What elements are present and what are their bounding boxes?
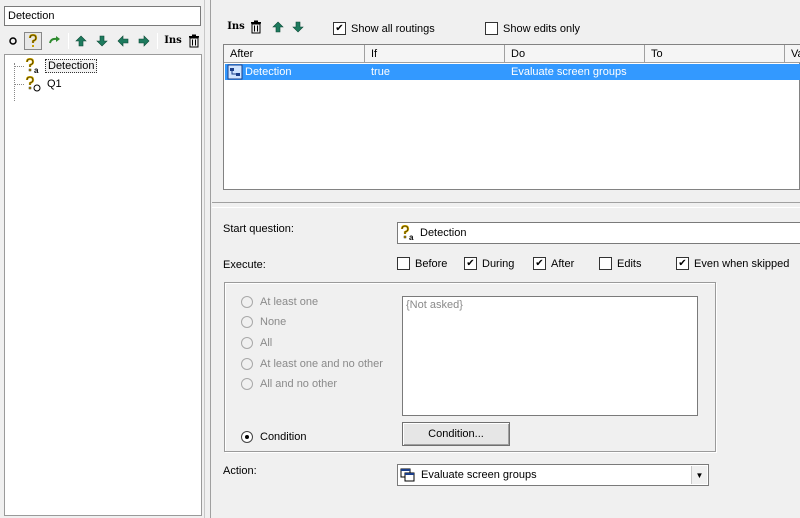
- checkbox-box[interactable]: [485, 22, 498, 35]
- svg-text:a: a: [34, 66, 39, 74]
- radio-label: All and no other: [260, 378, 338, 390]
- execute-after-checkbox[interactable]: ✔ After: [533, 257, 574, 270]
- question-text-icon: a: [400, 225, 414, 241]
- checkbox-label: Show all routings: [351, 22, 435, 35]
- node-name-input[interactable]: Detection: [4, 6, 201, 26]
- chevron-down-icon[interactable]: ▼: [691, 466, 707, 484]
- question-text-icon: a: [25, 58, 39, 74]
- action-label: Action:: [223, 465, 257, 477]
- execute-before-checkbox[interactable]: Before: [397, 257, 447, 270]
- radio-at-least-one[interactable]: At least one: [241, 296, 318, 308]
- routing-toolbar: Ins: [226, 18, 312, 38]
- routing-table[interactable]: After If Do To Va Detection true Evaluat…: [223, 44, 800, 190]
- tree-node[interactable]: a Detection: [5, 58, 201, 74]
- radio-circle[interactable]: [241, 378, 253, 390]
- radio-circle[interactable]: [241, 296, 253, 308]
- question-radio-icon: [25, 76, 41, 92]
- column-header-do[interactable]: Do: [505, 45, 645, 63]
- radio-circle[interactable]: [241, 316, 253, 328]
- execute-during-checkbox[interactable]: ✔ During: [464, 257, 514, 270]
- radio-label: None: [260, 316, 287, 328]
- checkbox-label: Edits: [617, 257, 642, 270]
- column-header-to[interactable]: To: [645, 45, 785, 63]
- radio-circle[interactable]: [241, 431, 253, 443]
- action-dropdown[interactable]: Evaluate screen groups ▼: [397, 464, 709, 486]
- insert-button[interactable]: Ins: [162, 32, 184, 50]
- tree-node-label: Q1: [47, 78, 62, 90]
- action-value: Evaluate screen groups: [421, 469, 537, 481]
- show-edits-only-checkbox[interactable]: Show edits only: [485, 22, 580, 35]
- execute-edits-checkbox[interactable]: Edits: [599, 257, 641, 270]
- svg-text:a: a: [409, 233, 414, 241]
- start-question-field[interactable]: a Detection: [397, 222, 800, 244]
- radio-label: At least one: [260, 296, 319, 308]
- radio-all-and-no-other[interactable]: All and no other: [241, 378, 337, 390]
- execute-even-when-skipped-checkbox[interactable]: ✔ Even when skipped: [676, 257, 789, 270]
- checkbox-label: Show edits only: [503, 22, 581, 35]
- start-question-value: Detection: [420, 227, 467, 239]
- question-icon[interactable]: [24, 32, 42, 50]
- arrow-right-icon[interactable]: [135, 32, 153, 50]
- column-header-after[interactable]: After: [224, 45, 365, 63]
- arrow-left-icon[interactable]: [114, 32, 132, 50]
- trash-icon[interactable]: [247, 18, 265, 36]
- start-question-label: Start question:: [223, 223, 294, 235]
- column-header-va[interactable]: Va: [785, 45, 800, 63]
- cell-if: true: [371, 66, 390, 78]
- radio-label: All: [260, 337, 273, 349]
- radio-at-least-one-and-no-other[interactable]: At least one and no other: [241, 358, 383, 370]
- checkbox-label: After: [551, 257, 575, 270]
- routing-panel: Ins ✔ Show all routings Show edits only …: [212, 0, 800, 204]
- arrow-down-icon[interactable]: [93, 32, 111, 50]
- checkbox-box[interactable]: [397, 257, 410, 270]
- trash-icon[interactable]: [185, 32, 203, 50]
- radio-circle[interactable]: [241, 337, 253, 349]
- checkbox-box[interactable]: ✔: [464, 257, 477, 270]
- checkbox-box[interactable]: ✔: [333, 22, 346, 35]
- cell-after: Detection: [245, 66, 292, 78]
- column-header-if[interactable]: If: [365, 45, 505, 63]
- execute-label: Execute:: [223, 259, 266, 271]
- arrow-up-icon[interactable]: [72, 32, 90, 50]
- checkbox-box[interactable]: ✔: [676, 257, 689, 270]
- routing-insert-button[interactable]: Ins: [226, 18, 246, 36]
- tree-node-label: Detection: [45, 59, 98, 73]
- show-all-routings-checkbox[interactable]: ✔ Show all routings: [333, 22, 435, 35]
- radio-all[interactable]: All: [241, 337, 272, 349]
- radio-none[interactable]: None: [241, 316, 286, 328]
- redo-arrow-icon[interactable]: [46, 32, 64, 50]
- checkbox-label: Even when skipped: [694, 257, 790, 270]
- vertical-splitter[interactable]: [204, 0, 212, 518]
- table-row[interactable]: Detection true Evaluate screen groups: [225, 64, 800, 80]
- horizontal-splitter[interactable]: [212, 202, 800, 208]
- cell-do: Evaluate screen groups: [511, 66, 627, 78]
- tree-toolbar: Ins: [4, 30, 202, 52]
- radio-circle[interactable]: [241, 358, 253, 370]
- screen-groups-icon: [400, 468, 415, 482]
- tree-node[interactable]: Q1: [5, 76, 201, 92]
- radio-label: At least one and no other: [260, 358, 383, 370]
- checkbox-label: Before: [415, 257, 448, 270]
- arrow-up-icon[interactable]: [269, 18, 287, 36]
- checkbox-box[interactable]: [599, 257, 612, 270]
- radio-label: Condition: [260, 431, 307, 443]
- condition-button[interactable]: Condition...: [402, 422, 510, 446]
- condition-textarea[interactable]: {Not asked}: [402, 296, 698, 416]
- checkbox-box[interactable]: ✔: [533, 257, 546, 270]
- question-tree[interactable]: a Detection Q1: [4, 54, 202, 516]
- radio-condition[interactable]: Condition: [241, 431, 306, 443]
- checkbox-label: During: [482, 257, 515, 270]
- circle-icon[interactable]: [4, 32, 22, 50]
- arrow-down-icon[interactable]: [289, 18, 307, 36]
